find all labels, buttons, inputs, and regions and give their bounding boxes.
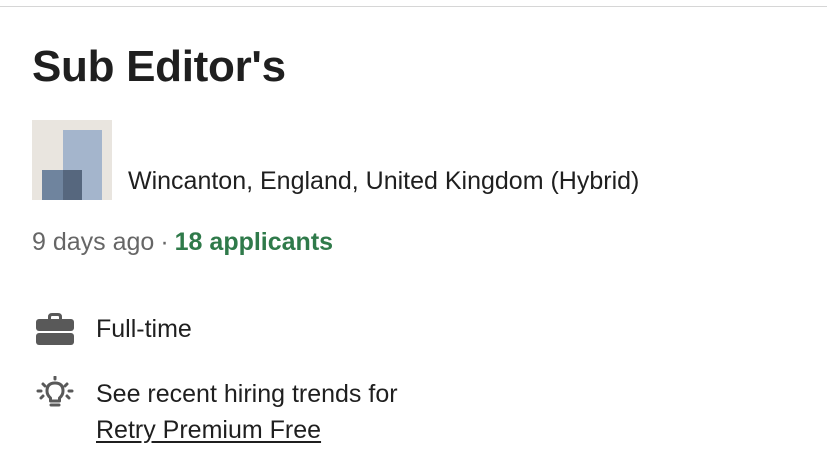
company-logo[interactable]: [32, 120, 112, 200]
logo-shape-overlap: [63, 170, 82, 200]
job-meta-row: 9 days ago · 18 applicants: [32, 224, 333, 260]
hiring-trends-text: See recent hiring trends for Retry Premi…: [96, 376, 398, 448]
retry-premium-link[interactable]: Retry Premium Free: [96, 412, 398, 448]
job-location: Wincanton, England, United Kingdom (Hybr…: [128, 167, 640, 195]
lightbulb-icon: [32, 376, 78, 412]
hiring-trends-label: See recent hiring trends for: [96, 380, 398, 408]
top-divider: [0, 6, 827, 7]
meta-separator: ·: [160, 228, 169, 256]
job-title[interactable]: Sub Editor's: [32, 40, 286, 94]
insight-hiring-trends: See recent hiring trends for Retry Premi…: [32, 376, 398, 448]
posted-date: 9 days ago: [32, 228, 155, 256]
insight-employment-type: Full-time: [32, 311, 192, 347]
employment-type-label: Full-time: [96, 315, 192, 343]
applicant-count: 18 applicants: [174, 228, 334, 256]
briefcase-icon: [32, 311, 78, 347]
